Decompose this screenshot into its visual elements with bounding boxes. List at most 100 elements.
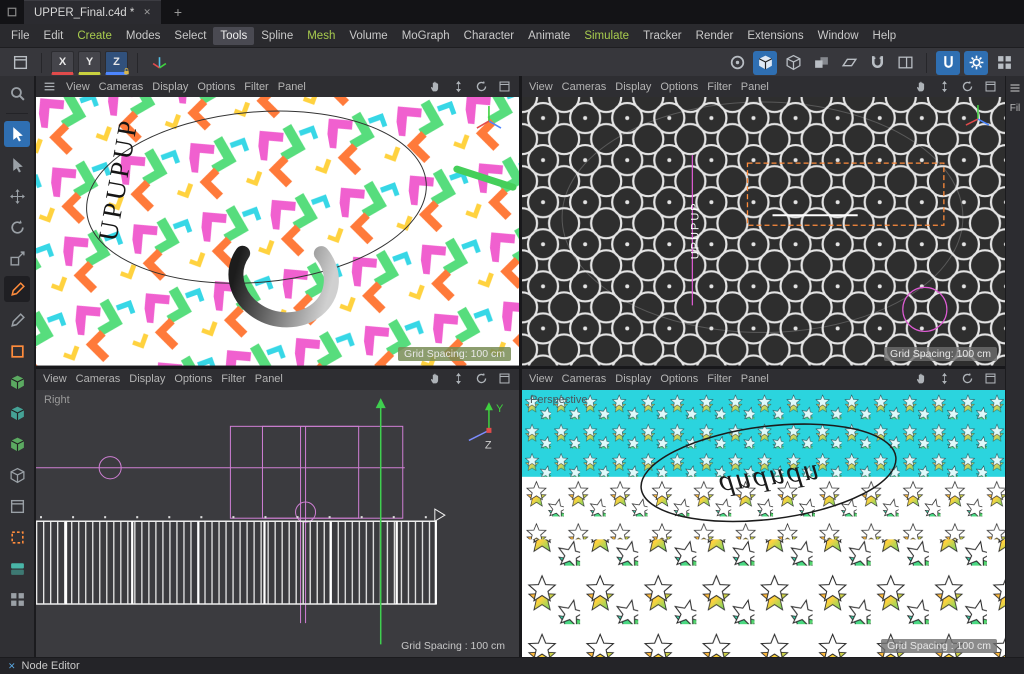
vp-menu-panel[interactable]: Panel <box>741 81 769 93</box>
menu-edit[interactable]: Edit <box>37 27 71 45</box>
menu-create[interactable]: Create <box>70 27 119 45</box>
menu-mograph[interactable]: MoGraph <box>395 27 457 45</box>
vp-menu-filter[interactable]: Filter <box>244 81 268 93</box>
cube-primitive-icon[interactable] <box>4 369 30 395</box>
viewport-top-right-canvas[interactable]: UPUPUP Grid Spacing: 100 cm <box>522 97 1005 366</box>
menu-tracker[interactable]: Tracker <box>636 27 689 45</box>
menu-file[interactable]: File <box>4 27 37 45</box>
menu-render[interactable]: Render <box>689 27 741 45</box>
vp-menu-panel[interactable]: Panel <box>741 373 769 385</box>
new-tab-button[interactable]: + <box>167 4 189 20</box>
menu-volume[interactable]: Volume <box>342 27 394 45</box>
menu-modes[interactable]: Modes <box>119 27 168 45</box>
vp-menu-view[interactable]: View <box>66 81 90 93</box>
vp-menu-cameras[interactable]: Cameras <box>76 373 121 385</box>
orbit-rotate-icon[interactable] <box>961 80 975 94</box>
dolly-updown-icon[interactable] <box>452 372 466 386</box>
menu-help[interactable]: Help <box>866 27 904 45</box>
object-mode-button[interactable] <box>781 51 805 75</box>
dolly-updown-icon[interactable] <box>452 80 466 94</box>
pan-hand-icon[interactable] <box>429 80 443 94</box>
orbit-rotate-icon[interactable] <box>961 372 975 386</box>
model-mode-button[interactable] <box>753 50 777 75</box>
menu-spline[interactable]: Spline <box>254 27 300 45</box>
collapsed-panel-tab[interactable]: Fil <box>1010 103 1021 114</box>
vp-menu-cameras[interactable]: Cameras <box>562 373 607 385</box>
cube-outline-icon[interactable] <box>4 462 30 488</box>
vp-menu-display[interactable]: Display <box>152 81 188 93</box>
deformer-cube-icon[interactable] <box>4 431 30 457</box>
dolly-updown-icon[interactable] <box>938 80 952 94</box>
menu-mesh[interactable]: Mesh <box>300 27 342 45</box>
viewport-menu-icon[interactable] <box>43 80 57 94</box>
coordinate-system-button[interactable] <box>147 51 171 75</box>
live-selection-tool[interactable] <box>4 121 30 147</box>
vp-menu-view[interactable]: View <box>529 81 553 93</box>
vp-menu-panel[interactable]: Panel <box>278 81 306 93</box>
viewport-bottom-right-canvas[interactable]: upupup Perspective Grid Spacing : 100 cm <box>522 389 1005 658</box>
pan-hand-icon[interactable] <box>915 372 929 386</box>
pan-hand-icon[interactable] <box>915 80 929 94</box>
menu-extensions[interactable]: Extensions <box>740 27 810 45</box>
orbit-rotate-icon[interactable] <box>475 372 489 386</box>
frame-icon[interactable] <box>4 493 30 519</box>
toggle-fullscreen-icon[interactable] <box>984 372 998 386</box>
viewport-top-left-canvas[interactable]: UPUPUP Grid Spacing: 100 cm <box>36 97 519 366</box>
node-editor-tab[interactable]: Node Editor <box>22 660 80 672</box>
toggle-fullscreen-icon[interactable] <box>984 80 998 94</box>
vp-menu-display[interactable]: Display <box>129 373 165 385</box>
toggle-fullscreen-icon[interactable] <box>498 372 512 386</box>
vp-menu-options[interactable]: Options <box>174 373 212 385</box>
capsule-simulate-button[interactable] <box>936 50 960 75</box>
vp-menu-display[interactable]: Display <box>615 81 651 93</box>
grid-icon[interactable] <box>4 586 30 612</box>
vp-menu-filter[interactable]: Filter <box>221 373 245 385</box>
menu-tools[interactable]: Tools <box>213 26 255 45</box>
lock-z-axis-button[interactable]: Z <box>105 50 128 75</box>
render-view-button[interactable] <box>725 51 749 75</box>
scale-tool[interactable] <box>4 245 30 271</box>
menu-character[interactable]: Character <box>457 27 522 45</box>
layout-grid-button[interactable] <box>992 51 1016 75</box>
spline-primitive-icon[interactable] <box>4 338 30 364</box>
lock-y-axis-button[interactable]: Y <box>78 50 101 75</box>
vp-menu-view[interactable]: View <box>43 373 67 385</box>
move-tool[interactable] <box>4 183 30 209</box>
vp-menu-panel[interactable]: Panel <box>255 373 283 385</box>
pan-hand-icon[interactable] <box>429 372 443 386</box>
snap-toggle-button[interactable] <box>865 51 889 75</box>
menu-select[interactable]: Select <box>167 27 213 45</box>
vp-menu-options[interactable]: Options <box>197 81 235 93</box>
menu-window[interactable]: Window <box>811 27 866 45</box>
search-icon[interactable] <box>4 80 30 106</box>
layout-split-button[interactable] <box>893 51 917 75</box>
dashed-selection-icon[interactable] <box>4 524 30 550</box>
vp-menu-filter[interactable]: Filter <box>707 373 731 385</box>
selection-tool[interactable] <box>4 152 30 178</box>
lock-x-axis-button[interactable]: X <box>51 50 74 75</box>
vp-menu-cameras[interactable]: Cameras <box>99 81 144 93</box>
vp-menu-cameras[interactable]: Cameras <box>562 81 607 93</box>
pen-tool-active[interactable] <box>4 276 30 302</box>
viewport-layout-button[interactable] <box>8 51 32 75</box>
menu-simulate[interactable]: Simulate <box>577 27 636 45</box>
vp-menu-filter[interactable]: Filter <box>707 81 731 93</box>
pen-tool[interactable] <box>4 307 30 333</box>
rotate-tool[interactable] <box>4 214 30 240</box>
panel-menu-icon[interactable] <box>1009 82 1022 95</box>
layers-icon[interactable] <box>4 555 30 581</box>
node-editor-close-icon[interactable]: ✕ <box>8 661 16 672</box>
vp-menu-options[interactable]: Options <box>660 373 698 385</box>
menu-animate[interactable]: Animate <box>521 27 577 45</box>
tab-close-icon[interactable]: ✕ <box>143 7 151 18</box>
dolly-updown-icon[interactable] <box>938 372 952 386</box>
vp-menu-view[interactable]: View <box>529 373 553 385</box>
generator-cube-icon[interactable] <box>4 400 30 426</box>
vp-menu-display[interactable]: Display <box>615 373 651 385</box>
vp-menu-options[interactable]: Options <box>660 81 698 93</box>
texture-mode-button[interactable] <box>809 51 833 75</box>
orbit-rotate-icon[interactable] <box>475 80 489 94</box>
viewport-bottom-left-canvas[interactable]: Y Z Right Grid Spacing : 100 cm <box>36 389 519 658</box>
toggle-fullscreen-icon[interactable] <box>498 80 512 94</box>
settings-gear-button[interactable] <box>964 50 988 75</box>
